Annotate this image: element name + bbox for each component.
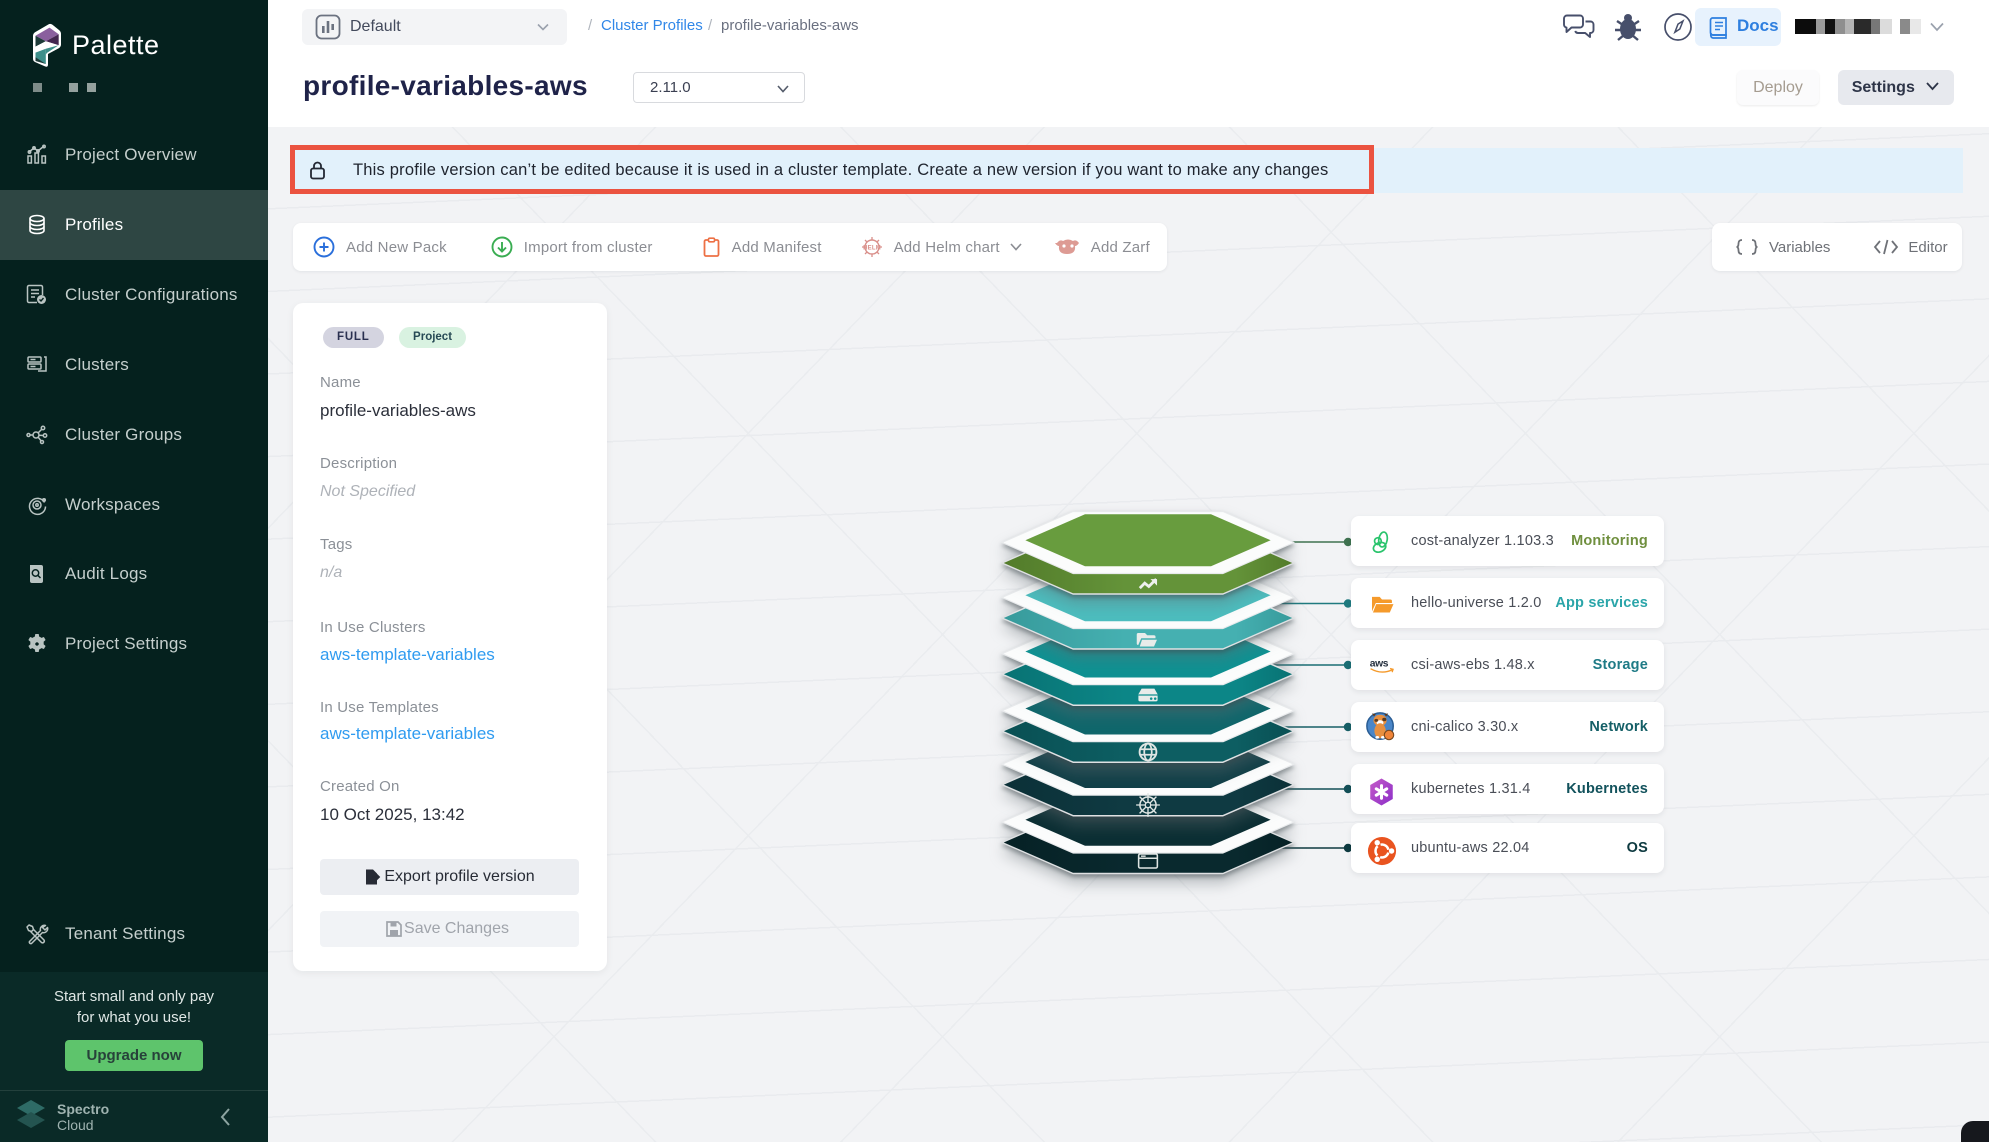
svg-text:HELM: HELM	[863, 246, 881, 252]
svg-text:aws: aws	[1370, 658, 1389, 669]
